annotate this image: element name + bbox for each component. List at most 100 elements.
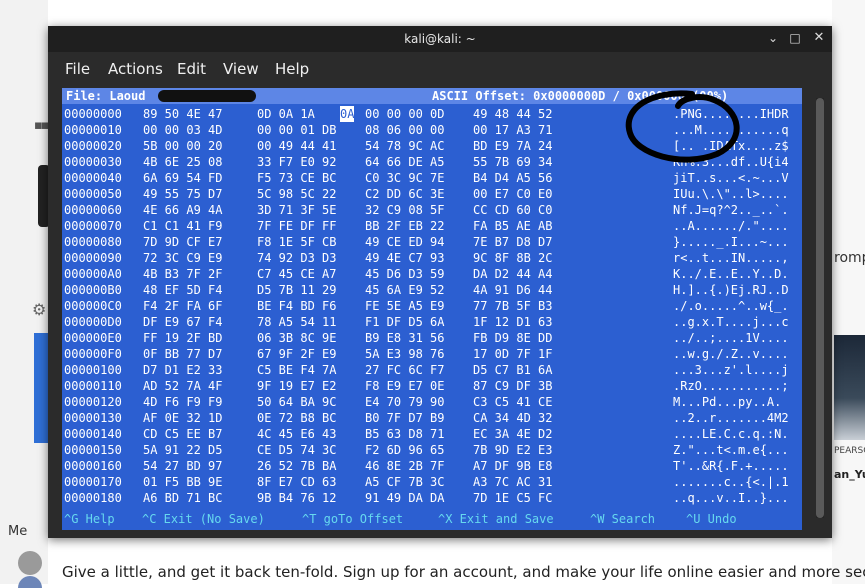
ascii-column[interactable]: ..2..r.......4M2: [673, 410, 789, 426]
ascii-column[interactable]: .RzO...........;: [673, 378, 789, 394]
shortcut-exit-and-save[interactable]: ^X Exit and Save: [438, 512, 554, 526]
hex-bytes-group[interactable]: F5 73 CE BC: [257, 170, 336, 186]
hex-bytes-group[interactable]: CC CD 60 C0: [473, 202, 552, 218]
hex-row[interactable]: 000000A0 4B B3 7F 2F C7 45 CE A7 45 D6 D3 5…: [64, 266, 802, 282]
hex-bytes-group[interactable]: 64 66 DE A5: [365, 154, 444, 170]
minimize-button[interactable]: ⌄: [766, 31, 780, 45]
hex-bytes-group[interactable]: B5 63 D8 71: [365, 426, 444, 442]
hex-editor[interactable]: File: Laoud ASCII Offset: 0x0000000D / 0…: [62, 88, 802, 530]
hex-bytes-group[interactable]: 4B B3 7F 2F: [143, 266, 222, 282]
hex-bytes-group[interactable]: 00 00 03 4D: [143, 122, 222, 138]
scrollbar-thumb[interactable]: [816, 98, 824, 518]
shortcut-search[interactable]: ^W Search: [590, 512, 655, 526]
ascii-column[interactable]: r<..t...IN.....,: [673, 250, 789, 266]
close-button[interactable]: ✕: [812, 31, 826, 45]
hex-bytes-group[interactable]: 26 52 7B BA: [257, 458, 336, 474]
hex-bytes-group[interactable]: AF 0E 32 1D: [143, 410, 222, 426]
hex-bytes-group[interactable]: CD C5 EE B7: [143, 426, 222, 442]
hex-bytes-group[interactable]: D5 C7 B1 6A: [473, 362, 552, 378]
hex-bytes-group[interactable]: 4B 6E 25 08: [143, 154, 222, 170]
hex-bytes-group[interactable]: 4D F6 F9 F9: [143, 394, 222, 410]
hex-bytes-group[interactable]: BB 2F EB 22: [365, 218, 444, 234]
hex-bytes-group[interactable]: F8 1E 5F CB: [257, 234, 336, 250]
gear-icon[interactable]: ⚙: [32, 300, 46, 319]
hex-row[interactable]: 00000060 4E 66 A9 4A 3D 71 3F 5E 32 C9 08 5…: [64, 202, 802, 218]
hex-bytes-group[interactable]: C5 BE F4 7A: [257, 362, 336, 378]
hex-bytes-group[interactable]: 9B B4 76 12: [257, 490, 336, 506]
hex-bytes-group[interactable]: 5B 00 00 20: [143, 138, 222, 154]
hex-bytes-group[interactable]: C3 C5 41 CE: [473, 394, 552, 410]
hex-bytes-group[interactable]: F4 2F FA 6F: [143, 298, 222, 314]
terminal-scrollbar[interactable]: [816, 98, 824, 518]
hex-bytes-group[interactable]: 32 C9 08 5F: [365, 202, 444, 218]
hex-bytes-group[interactable]: 00 E7 C0 E0: [473, 186, 552, 202]
shortcut-goto-offset[interactable]: ^T goTo Offset: [302, 512, 403, 526]
hex-bytes-group[interactable]: F2 6D 96 65: [365, 442, 444, 458]
ascii-column[interactable]: ..q...v..I..}...: [673, 490, 789, 506]
hex-bytes-group[interactable]: FA B5 AE AB: [473, 218, 552, 234]
hex-row[interactable]: 00000090 72 3C C9 E9 74 92 D3 D3 49 4E C7 9…: [64, 250, 802, 266]
ascii-column[interactable]: }....._.I...~...: [673, 234, 789, 250]
hex-bytes-group[interactable]: FE 5E A5 E9: [365, 298, 444, 314]
hex-bytes-group[interactable]: 5A E3 98 76: [365, 346, 444, 362]
hex-bytes-group[interactable]: 89 50 4E 47: [143, 106, 222, 122]
menu-view[interactable]: View: [223, 60, 259, 78]
hex-bytes-group[interactable]: 55 7B 69 34: [473, 154, 552, 170]
hex-bytes-group[interactable]: 54 78 9C AC: [365, 138, 444, 154]
hex-bytes-group[interactable]: 00 00 00 0D: [365, 106, 444, 122]
hex-bytes-group[interactable]: 0F BB 77 D7: [143, 346, 222, 362]
hex-row[interactable]: 000000E0 FF 19 2F BD 06 3B 8C 9E B9 E8 31 5…: [64, 330, 802, 346]
hex-bytes-group[interactable]: 3D 71 3F 5E: [257, 202, 336, 218]
hex-bytes-group[interactable]: 5A 91 22 D5: [143, 442, 222, 458]
ascii-column[interactable]: M...Pd...py..A.: [673, 394, 781, 410]
ascii-column[interactable]: ../..;....1V....: [673, 330, 789, 346]
hex-row[interactable]: 00000110 AD 52 7A 4F 9F 19 E7 E2 F8 E9 E7 0…: [64, 378, 802, 394]
hex-bytes-group[interactable]: B4 D4 A5 56: [473, 170, 552, 186]
hex-row[interactable]: 00000070 C1 C1 41 F9 7F FE DF FF BB 2F EB 2…: [64, 218, 802, 234]
ascii-column[interactable]: Nf.J=q?^2.._..`.: [673, 202, 789, 218]
hex-bytes-group[interactable]: 27 FC 6C F7: [365, 362, 444, 378]
hex-bytes-group[interactable]: B9 E8 31 56: [365, 330, 444, 346]
hex-bytes-group[interactable]: 9F 19 E7 E2: [257, 378, 336, 394]
hex-bytes-group[interactable]: 0E 72 B8 BC: [257, 410, 336, 426]
hex-bytes-group[interactable]: C0 3C 9C 7E: [365, 170, 444, 186]
shortcut-undo[interactable]: ^U Undo: [686, 512, 737, 526]
hex-bytes-group[interactable]: 67 9F 2F E9: [257, 346, 336, 362]
hex-bytes-group[interactable]: 87 C9 DF 3B: [473, 378, 552, 394]
hex-bytes-group[interactable]: 6A 69 54 FD: [143, 170, 222, 186]
hex-row[interactable]: 00000140 CD C5 EE B7 4C 45 E6 43 B5 63 D8 7…: [64, 426, 802, 442]
hex-bytes-group[interactable]: 49 48 44 52: [473, 106, 552, 122]
cursor-byte[interactable]: 0A: [340, 106, 355, 122]
background-book-cover[interactable]: [834, 335, 865, 440]
menu-help[interactable]: Help: [275, 60, 309, 78]
hex-row[interactable]: 000000D0 DF E9 67 F4 78 A5 54 11 F1 DF D5 6…: [64, 314, 802, 330]
hex-row[interactable]: 000000C0 F4 2F FA 6F BE F4 BD F6 FE 5E A5 E…: [64, 298, 802, 314]
ascii-column[interactable]: H.]..{.)Ej.RJ..D: [673, 282, 789, 298]
hex-bytes-group[interactable]: 48 EF 5D F4: [143, 282, 222, 298]
ascii-column[interactable]: ..w.g./.Z..v....: [673, 346, 789, 362]
hex-bytes-group[interactable]: 7B 9D E2 E3: [473, 442, 552, 458]
hex-bytes-group[interactable]: AD 52 7A 4F: [143, 378, 222, 394]
menu-edit[interactable]: Edit: [177, 60, 206, 78]
hex-bytes-group[interactable]: 06 3B 8C 9E: [257, 330, 336, 346]
hex-bytes-group[interactable]: 49 4E C7 93: [365, 250, 444, 266]
hex-bytes-group[interactable]: 74 92 D3 D3: [257, 250, 336, 266]
hex-bytes-group[interactable]: 7F FE DF FF: [257, 218, 336, 234]
hex-row[interactable]: 00000160 54 27 BD 97 26 52 7B BA 46 8E 2B 7…: [64, 458, 802, 474]
ascii-column[interactable]: ...3...z'.l....j: [673, 362, 789, 378]
hex-bytes-group[interactable]: 01 F5 BB 9E: [143, 474, 222, 490]
hex-bytes-group[interactable]: A3 7C AC 31: [473, 474, 552, 490]
shortcut-exit[interactable]: ^C Exit (No Save): [142, 512, 265, 526]
hex-row[interactable]: 00000150 5A 91 22 D5 CE D5 74 3C F2 6D 96 6…: [64, 442, 802, 458]
hex-bytes-group[interactable]: BE F4 BD F6: [257, 298, 336, 314]
shortcut-help[interactable]: ^G Help: [64, 512, 115, 526]
hex-bytes-group[interactable]: 45 6A E9 52: [365, 282, 444, 298]
hex-bytes-group[interactable]: 08 06 00 00: [365, 122, 444, 138]
menu-file[interactable]: File: [65, 60, 90, 78]
hex-bytes-group[interactable]: D5 7B 11 29: [257, 282, 336, 298]
hex-bytes-group[interactable]: 4E 66 A9 4A: [143, 202, 222, 218]
hex-bytes-group[interactable]: 54 27 BD 97: [143, 458, 222, 474]
hex-bytes-group[interactable]: 1F 12 D1 63: [473, 314, 552, 330]
ascii-column[interactable]: T'..&R{.F.+.....: [673, 458, 789, 474]
hex-bytes-group[interactable]: F8 E9 E7 0E: [365, 378, 444, 394]
